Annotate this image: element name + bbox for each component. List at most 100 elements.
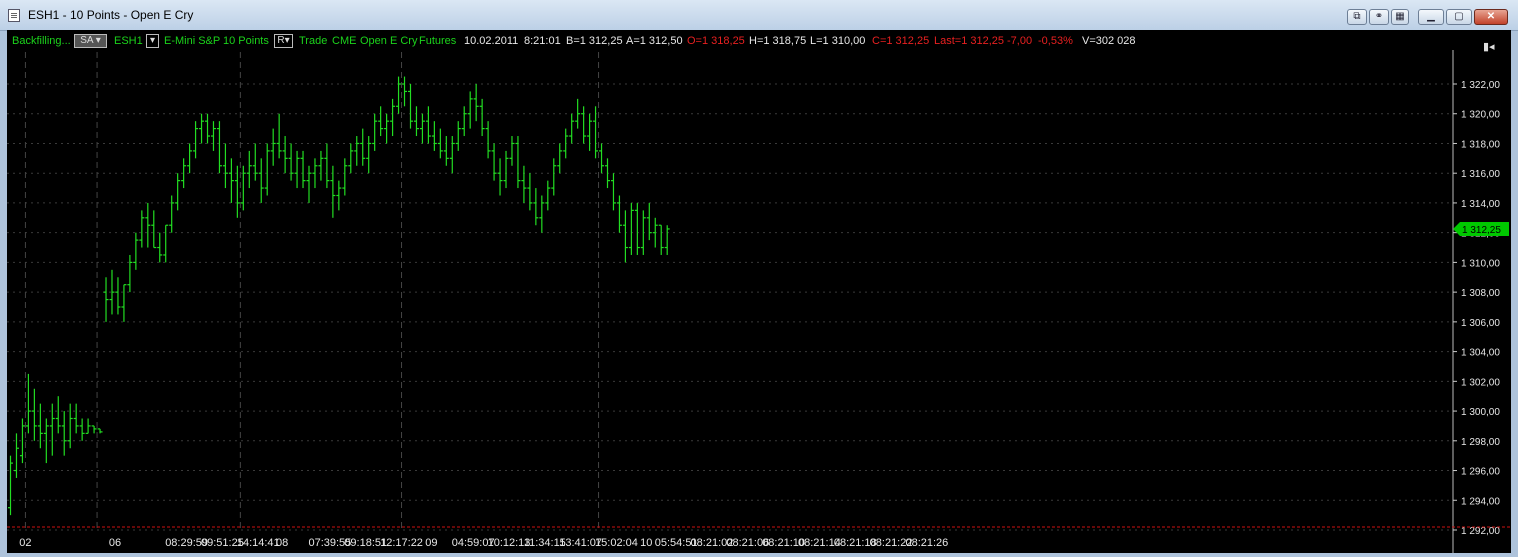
price-tick-label: 1 308,00 [1461,288,1500,299]
price-tick-label: 1 300,00 [1461,407,1500,418]
ohlc-bar [61,411,67,456]
instrument-dropdown[interactable]: ▾ [146,34,159,48]
ohlc-bar [187,143,193,174]
ohlc-bar [610,173,616,211]
ohlc-bar [431,121,437,151]
ohlc-bar [402,76,408,107]
ohlc-bar [360,128,366,166]
ohlc-bar [366,136,372,174]
ohlc-bar [318,150,324,181]
time-label: 15:02:04 [595,537,638,549]
price-tick-label: 1 302,00 [1461,377,1500,388]
ohlc-bar [557,143,563,174]
broker-label: Open E Cry [360,35,418,47]
ohlc-bar [527,173,533,211]
ohlc-bar [581,106,587,144]
ohlc-bar [97,428,103,434]
ohlc-bar [151,210,157,249]
ohlc-bar [646,202,652,241]
ohlc-bar [294,150,300,189]
trade-label: Trade [299,35,328,47]
minimize-button[interactable]: ▁ [1418,9,1444,25]
price-tick-label: 1 298,00 [1461,437,1500,448]
ohlc-bar [79,418,85,441]
volume-label: V=302 028 [1082,35,1136,47]
ohlc-bar [91,425,97,434]
ohlc-bar [467,91,473,129]
ohlc-bar [145,202,151,248]
price-tick-label: 1 320,00 [1461,110,1500,121]
ohlc-bar [455,121,461,151]
price-tick-label: 1 322,00 [1461,80,1500,91]
ohlc-bar [121,284,127,322]
ohlc-bar [193,121,199,159]
ohlc-bar [664,225,670,255]
ohlc-bar [563,128,569,159]
ohlc-bar [539,195,545,233]
ohlc-bar [372,113,378,151]
ohlc-bar [306,165,312,203]
bid-label: B=1 312,25 [566,35,623,47]
title-bar[interactable]: ESH1 - 10 Points - Open E Cry ⧉ ⚭ ▦ ▁ ▢ … [0,0,1518,31]
ohlc-bar [599,143,605,174]
ohlc-bar [163,224,169,263]
chart-panel[interactable]: 1 292,00 1 294,00 1 296,00 1 298,00 1 300,00… [7,30,1511,553]
ohlc-bar [509,136,515,166]
ohlc-bar [228,158,234,203]
ohlc-bar [169,195,175,233]
ohlc-bar [425,106,431,144]
ohlc-bar [25,373,31,434]
ohlc-bar [103,277,109,322]
ohlc-bar [246,150,252,189]
ohlc-bar [616,195,622,233]
ohlc-bar [551,158,557,196]
ohlc-chart[interactable]: 1 292,00 1 294,00 1 296,00 1 298,00 1 300,00… [7,30,1511,553]
ohlc-bar [413,106,419,137]
ohlc-bar [324,143,330,189]
ohlc-bar [545,180,551,211]
time-label: 08 [276,537,288,549]
ohlc-bar [515,136,521,189]
ohlc-bar [264,143,270,196]
r-dropdown[interactable]: R▾ [274,34,293,48]
time-label: 8:21:01 [524,35,561,47]
ohlc-bar [605,158,610,189]
ohlc-bar [354,136,360,166]
ohlc-bar [199,113,205,144]
ohlc-bar [461,106,467,137]
time-label: 12:17:22 [380,537,423,549]
ohlc-bar [270,128,276,166]
time-label: 08:21:26 [905,537,948,549]
ohlc-bar [396,76,402,114]
ohlc-bar [336,180,342,211]
app-icon [8,9,20,22]
ohlc-bar [342,158,348,196]
ohlc-bar [473,84,479,122]
restore-all-icon[interactable]: ⧉ [1347,9,1367,25]
ohlc-bar [205,113,211,144]
info-bar: Backfilling... SA ▾ ESH1 ▾ E-Mini S&P 10… [7,30,1447,52]
instrument-label: E-Mini S&P [164,35,221,47]
ohlc-bar [378,106,384,137]
grid-icon[interactable]: ▦ [1391,9,1409,25]
ohlc-bar [419,113,425,144]
ask-label: A=1 312,50 [626,35,683,47]
close-button[interactable]: ✕ [1474,9,1508,25]
ohlc-bar [55,396,61,434]
last-price-label: 1 312,25 [1462,225,1501,236]
window-title: ESH1 - 10 Points - Open E Cry [28,8,194,22]
time-label: 14:14:41 [237,537,280,549]
maximize-button[interactable]: ▢ [1446,9,1472,25]
time-label: 09 [425,537,437,549]
sa-dropdown[interactable]: SA ▾ [74,34,107,48]
ohlc-bar [348,143,354,174]
link-icon[interactable]: ⚭ [1369,9,1389,25]
scale-toggle-icon[interactable]: ▮◂ [1483,40,1495,53]
price-tick-label: 1 296,00 [1461,467,1500,478]
price-tick-label: 1 306,00 [1461,318,1500,329]
ohlc-bar [276,113,282,159]
ohlc-bar [157,232,163,263]
price-tick-label: 1 316,00 [1461,169,1500,180]
ohlc-bar [13,433,19,478]
ohlc-bar [622,210,628,263]
